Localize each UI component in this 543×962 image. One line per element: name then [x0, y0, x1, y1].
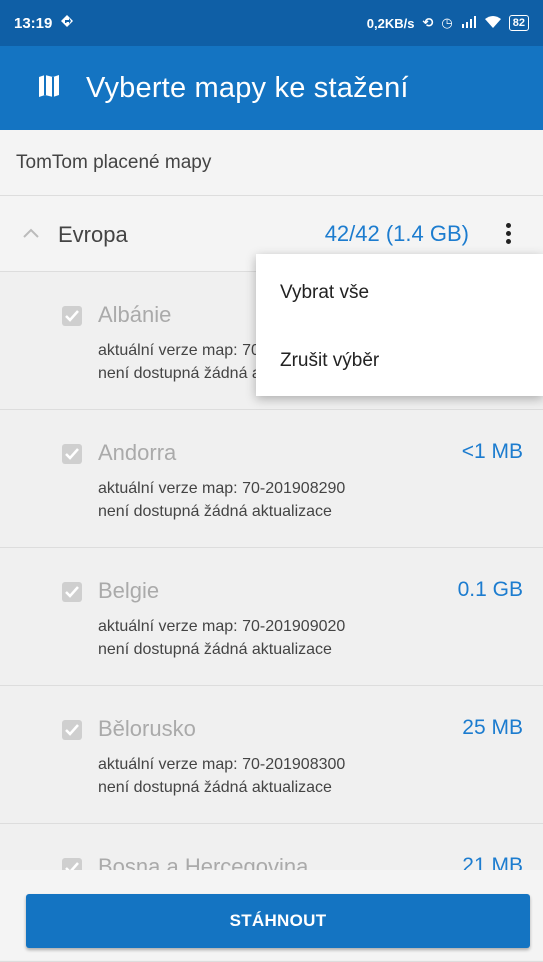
footer: STÁHNOUT	[0, 870, 543, 960]
alarm-icon: ◷	[441, 15, 453, 30]
menu-item-deselect[interactable]: Zrušit výběr	[280, 350, 379, 372]
sync-icon: ⟲	[422, 15, 434, 30]
item-name: Bělorusko	[98, 716, 196, 741]
overflow-menu: Vybrat vše Zrušit výběr	[256, 254, 543, 396]
checkbox-checked[interactable]	[62, 582, 82, 602]
checkbox-checked[interactable]	[62, 444, 82, 464]
group-name: Evropa	[58, 222, 128, 247]
battery-icon: 82	[508, 15, 529, 31]
signal-icon	[461, 15, 477, 31]
item-version: aktuální verze map: 70-201909020	[98, 618, 346, 635]
status-bar: 13:19 0,2KB/s ⟲ ◷ 82	[0, 0, 543, 46]
wifi-icon	[484, 15, 501, 31]
item-size: 25 MB	[462, 716, 523, 739]
map-icon	[38, 74, 60, 103]
download-button[interactable]: STÁHNOUT	[26, 894, 530, 948]
checkbox-checked[interactable]	[62, 720, 82, 740]
item-name: Belgie	[98, 578, 160, 603]
more-options-icon[interactable]	[503, 220, 513, 248]
chevron-up-icon[interactable]	[22, 226, 40, 240]
item-update-status: není dostupná žádná aktualizace	[98, 503, 332, 520]
item-name: Andorra	[98, 440, 177, 465]
item-version: aktuální verze map: 70-201908290	[98, 480, 346, 497]
section-label: TomTom placené mapy	[0, 130, 543, 196]
item-update-status: není dostupná žádná aktualizace	[98, 779, 332, 796]
list-item-belarus[interactable]: Bělorusko 25 MB aktuální verze map: 70-2…	[0, 686, 543, 824]
item-update-status: není dostupná žádná aktualizace	[98, 641, 332, 658]
page-title: Vyberte mapy ke stažení	[86, 71, 409, 104]
navigation-arrow-icon	[60, 14, 74, 32]
list-item-andorra[interactable]: Andorra <1 MB aktuální verze map: 70-201…	[0, 410, 543, 548]
network-speed: 0,2KB/s	[366, 15, 415, 31]
item-size: <1 MB	[461, 440, 523, 463]
status-time: 13:19	[14, 14, 53, 32]
list-item-belgium[interactable]: Belgie 0.1 GB aktuální verze map: 70-201…	[0, 548, 543, 686]
checkbox-checked[interactable]	[62, 306, 82, 326]
item-name: Albánie	[98, 302, 172, 327]
group-size: 42/42 (1.4 GB)	[324, 221, 469, 246]
item-version: aktuální verze map: 70-201908300	[98, 756, 346, 773]
item-size: 0.1 GB	[457, 578, 523, 601]
menu-item-select-all[interactable]: Vybrat vše	[280, 282, 369, 304]
app-bar: Vyberte mapy ke stažení	[0, 46, 543, 130]
